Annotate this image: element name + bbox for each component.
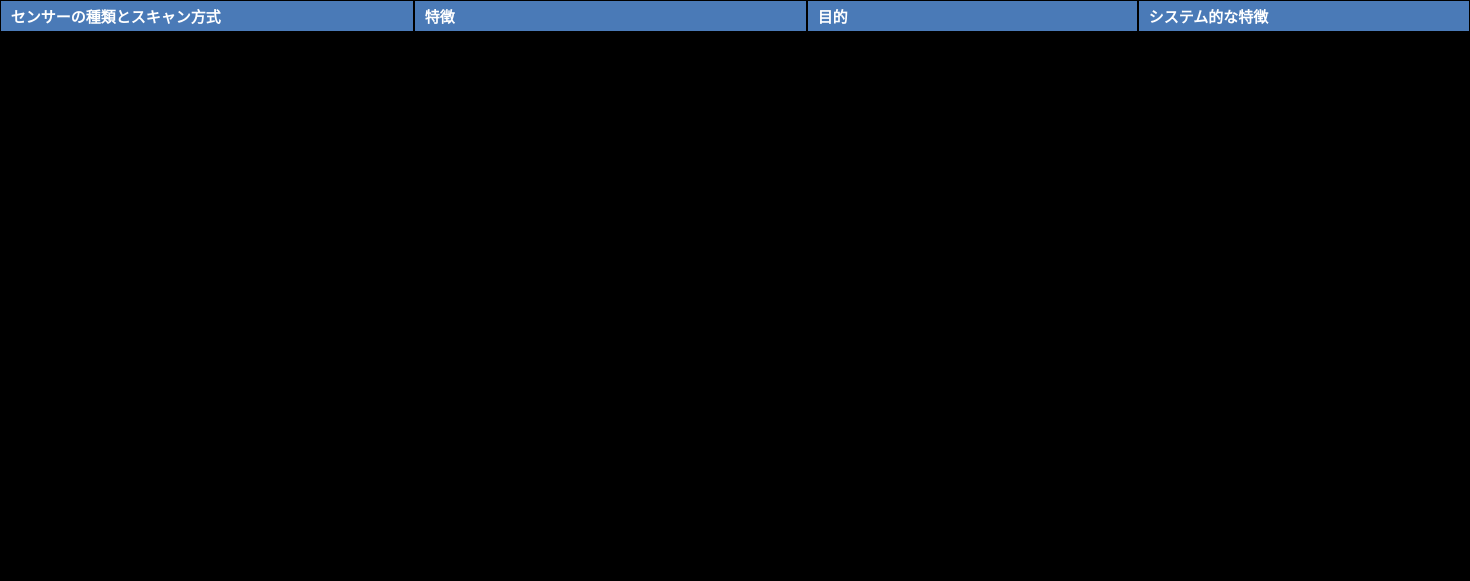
table-header-row: センサーの種類とスキャン方式 特徴 目的 システム的な特徴 xyxy=(0,0,1470,32)
comparison-table: センサーの種類とスキャン方式 特徴 目的 システム的な特徴 xyxy=(0,0,1470,581)
header-sensor-type: センサーの種類とスキャン方式 xyxy=(0,0,414,32)
header-features: 特徴 xyxy=(414,0,807,32)
header-purpose: 目的 xyxy=(807,0,1138,32)
header-system-features: システム的な特徴 xyxy=(1138,0,1470,32)
table-body-empty xyxy=(0,32,1470,581)
